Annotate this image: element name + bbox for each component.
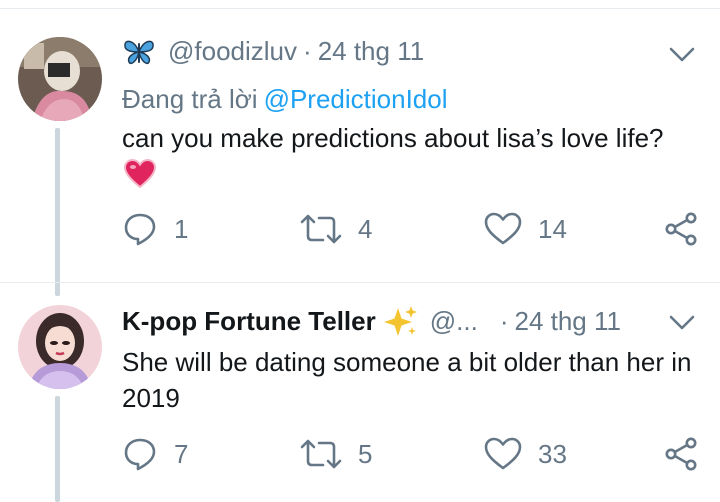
like-button[interactable]: 14 [484, 209, 567, 249]
separator-dot: · [303, 36, 312, 66]
tweet-divider [0, 282, 720, 283]
tweet-handle[interactable]: @... [430, 306, 478, 337]
mention-link[interactable]: @PredictionIdol [264, 84, 448, 114]
retweet-icon [300, 214, 342, 244]
tweet-text: can you make predictions about lisa’s lo… [122, 123, 664, 153]
separator-dot: · [499, 305, 509, 336]
avatar[interactable] [18, 37, 102, 121]
replying-to-label: Đang trả lời [122, 84, 258, 114]
thread-line [55, 396, 60, 502]
reply-icon [124, 438, 156, 471]
tweet-actions: 7 5 33 [122, 434, 706, 474]
retweet-count: 5 [358, 438, 373, 469]
tweet-text: She will be dating someone a bit older t… [122, 347, 692, 413]
reply-button[interactable]: 1 [122, 209, 188, 249]
reply-count: 7 [174, 438, 189, 469]
retweet-button[interactable]: 5 [300, 434, 372, 474]
heart-outline-icon [484, 437, 522, 470]
tweet-header: K-pop Fortune Teller @... · 24 thg 11 [122, 305, 621, 337]
share-button[interactable] [664, 434, 698, 474]
like-count: 14 [538, 213, 567, 244]
display-name[interactable]: K-pop Fortune Teller [122, 306, 376, 337]
share-icon [665, 212, 697, 246]
tweet-handle[interactable]: @foodizluv [168, 36, 297, 67]
chevron-down-icon[interactable] [668, 46, 696, 64]
like-count: 33 [538, 438, 567, 469]
chevron-down-icon[interactable] [668, 314, 696, 332]
top-divider [0, 8, 720, 9]
tweet-timestamp[interactable]: 24 thg 11 [318, 36, 425, 67]
reply-icon [124, 213, 156, 246]
avatar[interactable] [18, 305, 102, 389]
reply-count: 1 [174, 213, 189, 244]
tweet-actions: 1 4 14 [122, 209, 706, 249]
thread-line [55, 128, 60, 296]
retweet-count: 4 [358, 213, 373, 244]
butterfly-icon [122, 37, 156, 67]
share-button[interactable] [664, 209, 698, 249]
like-button[interactable]: 33 [484, 434, 567, 474]
tweet-header: @foodizluv · 24 thg 11 [122, 36, 424, 67]
sparkles-icon [383, 305, 418, 337]
heart-emoji [124, 159, 156, 189]
tweet-timestamp[interactable]: 24 thg 11 [514, 306, 621, 337]
heart-outline-icon [484, 212, 522, 245]
replying-to: Đang trả lời @PredictionIdol [122, 84, 448, 115]
reply-button[interactable]: 7 [122, 434, 188, 474]
retweet-icon [300, 439, 342, 469]
retweet-button[interactable]: 4 [300, 209, 372, 249]
share-icon [665, 437, 697, 471]
